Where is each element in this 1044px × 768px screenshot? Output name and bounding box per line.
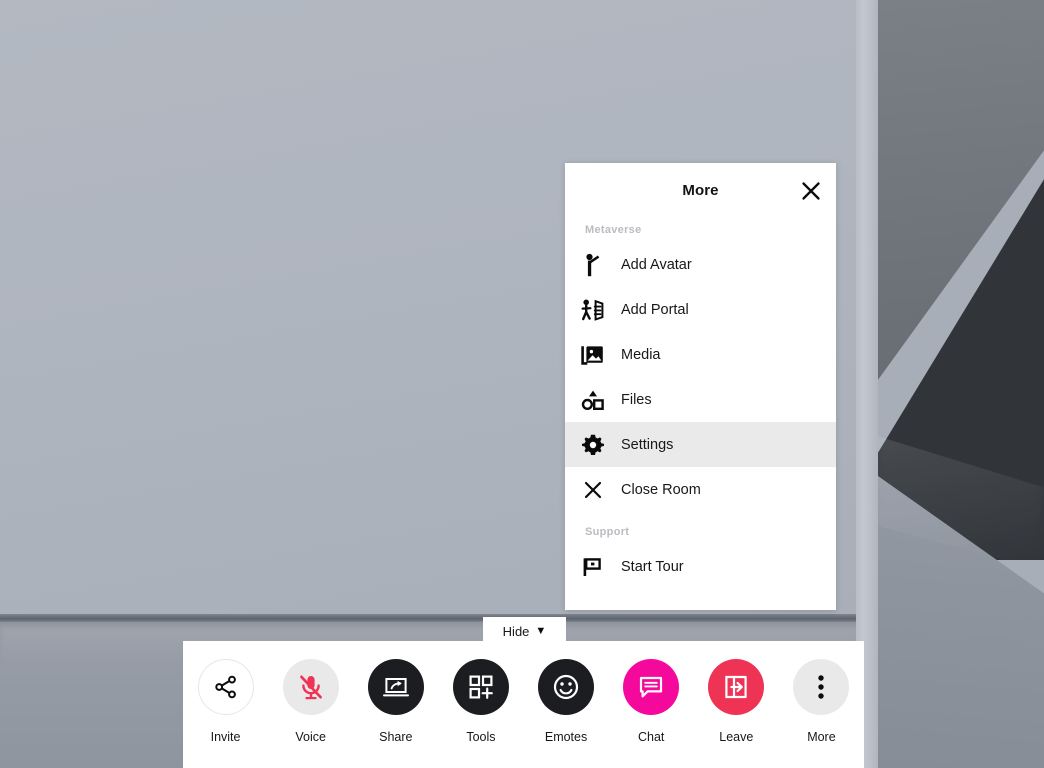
menu-item-add-portal[interactable]: Add Portal xyxy=(565,287,836,332)
chevron-down-icon: ▼ xyxy=(535,625,547,637)
menu-item-label: Start Tour xyxy=(621,558,684,575)
toolbar-button-label: Leave xyxy=(719,730,754,744)
menu-item-label: Media xyxy=(621,346,661,363)
screen-share-icon xyxy=(367,659,424,715)
smiley-face-icon xyxy=(538,659,595,715)
flag-icon xyxy=(565,556,621,578)
toolbar-button-label: Voice xyxy=(295,730,326,744)
group-label-metaverse: Metaverse xyxy=(585,224,642,236)
person-portal-icon xyxy=(565,298,621,322)
menu-item-label: Settings xyxy=(621,436,674,453)
exit-arrow-icon xyxy=(708,659,765,715)
chat-bubble-icon xyxy=(623,659,680,715)
toolbar-button-label: Invite xyxy=(210,730,241,744)
group-label-support: Support xyxy=(585,526,630,538)
person-raised-arm-icon xyxy=(565,253,621,277)
menu-item-add-avatar[interactable]: Add Avatar xyxy=(565,242,836,287)
menu-item-settings[interactable]: Settings xyxy=(565,422,836,467)
images-stack-icon xyxy=(565,344,621,366)
toolbar-button-more[interactable]: More xyxy=(782,659,860,744)
toolbar-button-chat[interactable]: Chat xyxy=(612,659,690,744)
shapes-icon xyxy=(565,389,621,411)
gear-icon xyxy=(565,434,621,456)
toolbar-button-label: Chat xyxy=(637,730,665,744)
microphone-muted-icon xyxy=(282,659,339,715)
share-nodes-icon xyxy=(197,659,254,715)
grid-plus-icon xyxy=(452,659,509,715)
toolbar-button-label: More xyxy=(807,730,836,744)
menu-item-close-room[interactable]: Close Room xyxy=(565,467,836,512)
toolbar-button-share[interactable]: Share xyxy=(357,659,435,744)
toolbar-button-leave[interactable]: Leave xyxy=(697,659,775,744)
toolbar-button-tools[interactable]: Tools xyxy=(442,659,520,744)
page-title: More xyxy=(682,182,719,199)
toolbar-button-voice[interactable]: Voice xyxy=(272,659,350,744)
menu-item-label: Add Portal xyxy=(621,301,689,318)
close-icon xyxy=(565,480,621,500)
toolbar-button-emotes[interactable]: Emotes xyxy=(527,659,605,744)
hide-button-label: Hide xyxy=(502,624,530,639)
menu-item-files[interactable]: Files xyxy=(565,377,836,422)
menu-item-media[interactable]: Media xyxy=(565,332,836,377)
menu-item-label: Add Avatar xyxy=(621,256,692,273)
close-icon[interactable] xyxy=(796,176,826,206)
menu-item-label: Close Room xyxy=(621,481,701,498)
menu-item-label: Files xyxy=(621,391,652,408)
app-viewport: More Metaverse Add Avatar Add Portal Med… xyxy=(0,0,1044,768)
menu-item-start-tour[interactable]: Start Tour xyxy=(565,544,836,589)
toolbar-button-label: Share xyxy=(379,730,413,744)
toolbar-button-label: Emotes xyxy=(544,730,588,744)
toolbar-button-invite[interactable]: Invite xyxy=(187,659,265,744)
more-panel: More Metaverse Add Avatar Add Portal Med… xyxy=(565,163,836,610)
three-dots-icon xyxy=(793,659,850,715)
toolbar-button-label: Tools xyxy=(466,730,496,744)
more-panel-header: More xyxy=(565,163,836,218)
bottom-toolbar: Invite Voice Share Tools Emotes Chat Lea… xyxy=(183,641,864,768)
